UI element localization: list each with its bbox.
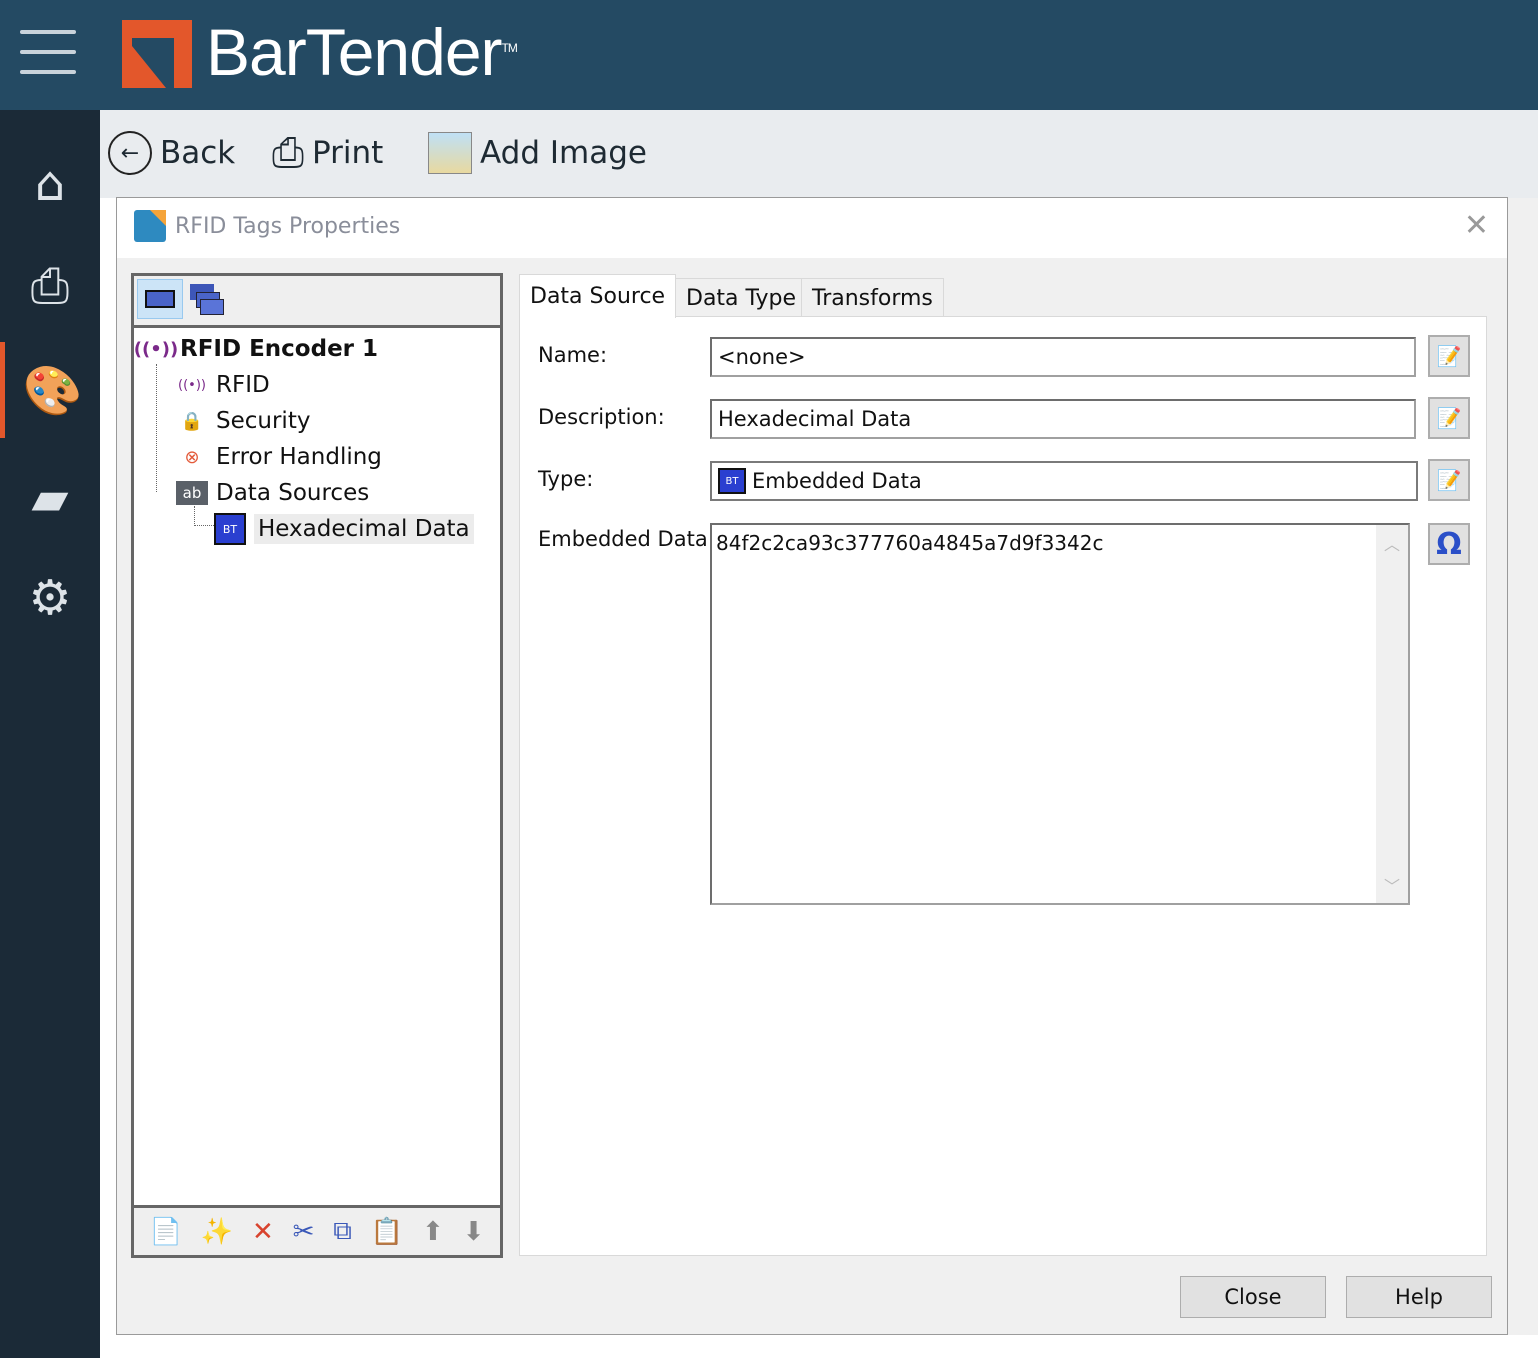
image-icon: [428, 132, 472, 174]
rfid-properties-dialog: RFID Tags Properties ✕ ((•)) RFID Encoder…: [116, 197, 1508, 1335]
embedded-data-icon: BT: [718, 468, 746, 494]
vertical-scrollbar[interactable]: ︿ ﹀: [1376, 525, 1408, 903]
dialog-title: RFID Tags Properties: [175, 214, 401, 239]
back-button[interactable]: ← Back: [108, 128, 235, 178]
home-icon[interactable]: ⌂: [0, 136, 100, 232]
bartender-logo-icon: [122, 20, 192, 88]
tab-transforms[interactable]: Transforms: [801, 278, 944, 318]
object-tree-panel: ((•)) RFID Encoder 1 ((•)) RFID 🔒 Security …: [131, 273, 503, 1258]
tree-item-security[interactable]: 🔒 Security: [176, 404, 311, 438]
multiple-objects-icon[interactable]: [190, 284, 224, 316]
tree-label: Hexadecimal Data: [254, 514, 474, 544]
properties-icon: 📝: [1436, 406, 1462, 430]
sidebar: ⌂ ⎙ 🎨 ▰ ⚙: [0, 110, 100, 1358]
app-header: BarTenderTM: [0, 0, 1538, 110]
wizard-wand-icon[interactable]: ✨: [201, 1217, 233, 1247]
tree-item-rfid-encoder[interactable]: ((•)) RFID Encoder 1: [133, 332, 379, 366]
background-canvas-bottom: [100, 1335, 1538, 1358]
error-icon: ⊗: [184, 446, 200, 468]
help-button[interactable]: Help: [1346, 1276, 1492, 1318]
omega-icon: Ω: [1436, 526, 1462, 562]
embedded-data-label: Embedded Data:: [538, 527, 715, 551]
type-select[interactable]: BT Embedded Data: [710, 461, 1418, 501]
add-image-button[interactable]: Add Image: [428, 128, 647, 178]
type-properties-button[interactable]: 📝: [1428, 459, 1470, 501]
print-button[interactable]: ⎙ Print: [272, 128, 383, 178]
tab-data-type[interactable]: Data Type: [675, 278, 808, 318]
add-image-label: Add Image: [480, 135, 647, 171]
paste-icon[interactable]: 📋: [371, 1217, 403, 1247]
tree-item-hexadecimal-data[interactable]: BT Hexadecimal Data: [214, 512, 474, 546]
data-source-tab-panel: Name: <none> 📝 Description: Hexadecimal …: [519, 316, 1487, 1256]
design-palette-icon[interactable]: 🎨: [0, 342, 100, 438]
tree-item-error-handling[interactable]: ⊗ Error Handling: [176, 440, 382, 474]
tree-label: Error Handling: [216, 444, 382, 470]
close-button[interactable]: Close: [1180, 1276, 1326, 1318]
gear-icon[interactable]: ⚙: [0, 550, 100, 646]
properties-icon: 📝: [1436, 344, 1462, 368]
embedded-data-value: 84f2c2ca93c377760a4845a7d9f3342c: [716, 531, 1104, 555]
dialog-app-icon: [134, 210, 166, 242]
lock-icon: 🔒: [180, 410, 204, 432]
print-label: Print: [312, 135, 384, 171]
description-properties-button[interactable]: 📝: [1428, 397, 1470, 439]
tab-data-source[interactable]: Data Source: [519, 274, 677, 318]
new-item-icon[interactable]: 📄: [149, 1217, 181, 1247]
folder-icon[interactable]: ▰: [0, 450, 100, 546]
type-value: Embedded Data: [752, 469, 922, 493]
name-value: <none>: [718, 345, 806, 369]
close-icon[interactable]: ✕: [1464, 208, 1489, 243]
rfid-encoder-icon: ((•)): [133, 338, 179, 360]
back-arrow-icon: ←: [108, 131, 152, 175]
back-label: Back: [160, 135, 236, 171]
description-label: Description:: [538, 405, 665, 429]
toolbar: ← Back ⎙ Print Add Image: [100, 110, 1538, 198]
data-sources-icon: ab: [176, 481, 208, 505]
brand-name: BarTenderTM: [206, 15, 518, 89]
tree-label: Data Sources: [216, 480, 370, 506]
name-label: Name:: [538, 343, 608, 367]
tree-item-rfid[interactable]: ((•)) RFID: [176, 368, 270, 402]
select-object-icon[interactable]: [137, 279, 183, 319]
printer-icon: ⎙: [272, 130, 304, 176]
hamburger-menu-icon[interactable]: [20, 30, 76, 74]
move-up-icon[interactable]: ⬆: [422, 1217, 444, 1247]
background-canvas: [1508, 198, 1538, 1358]
scroll-down-icon[interactable]: ﹀: [1376, 873, 1408, 897]
name-field[interactable]: <none>: [710, 337, 1416, 377]
properties-tabs: Data Source Data Type Transforms Name: <…: [519, 274, 1487, 1260]
type-label: Type:: [538, 467, 594, 491]
name-properties-button[interactable]: 📝: [1428, 335, 1470, 377]
properties-icon: 📝: [1436, 468, 1462, 492]
rfid-signal-icon: ((•)): [178, 377, 206, 393]
insert-symbol-button[interactable]: Ω: [1428, 523, 1470, 565]
tree-label: RFID Encoder 1: [180, 336, 379, 362]
dialog-titlebar: RFID Tags Properties ✕: [117, 198, 1507, 258]
copy-icon[interactable]: ⧉: [333, 1216, 352, 1247]
tree-item-data-sources[interactable]: ab Data Sources: [176, 476, 369, 510]
printer-icon[interactable]: ⎙: [0, 238, 100, 334]
description-field[interactable]: Hexadecimal Data: [710, 399, 1416, 439]
embedded-data-textarea[interactable]: 84f2c2ca93c377760a4845a7d9f3342c ︿ ﹀: [710, 523, 1410, 905]
scroll-up-icon[interactable]: ︿: [1376, 525, 1408, 555]
delete-icon[interactable]: ✕: [252, 1217, 274, 1247]
cut-icon[interactable]: ✂: [293, 1217, 315, 1247]
move-down-icon[interactable]: ⬇: [463, 1217, 485, 1247]
tree-action-bar: 📄 ✨ ✕ ✂ ⧉ 📋 ⬆ ⬇: [134, 1205, 500, 1255]
embedded-data-icon: BT: [214, 513, 246, 545]
tree-toolbar: [134, 276, 500, 328]
tree-label: Security: [216, 408, 311, 434]
tree-label: RFID: [216, 372, 270, 398]
description-value: Hexadecimal Data: [718, 407, 912, 431]
